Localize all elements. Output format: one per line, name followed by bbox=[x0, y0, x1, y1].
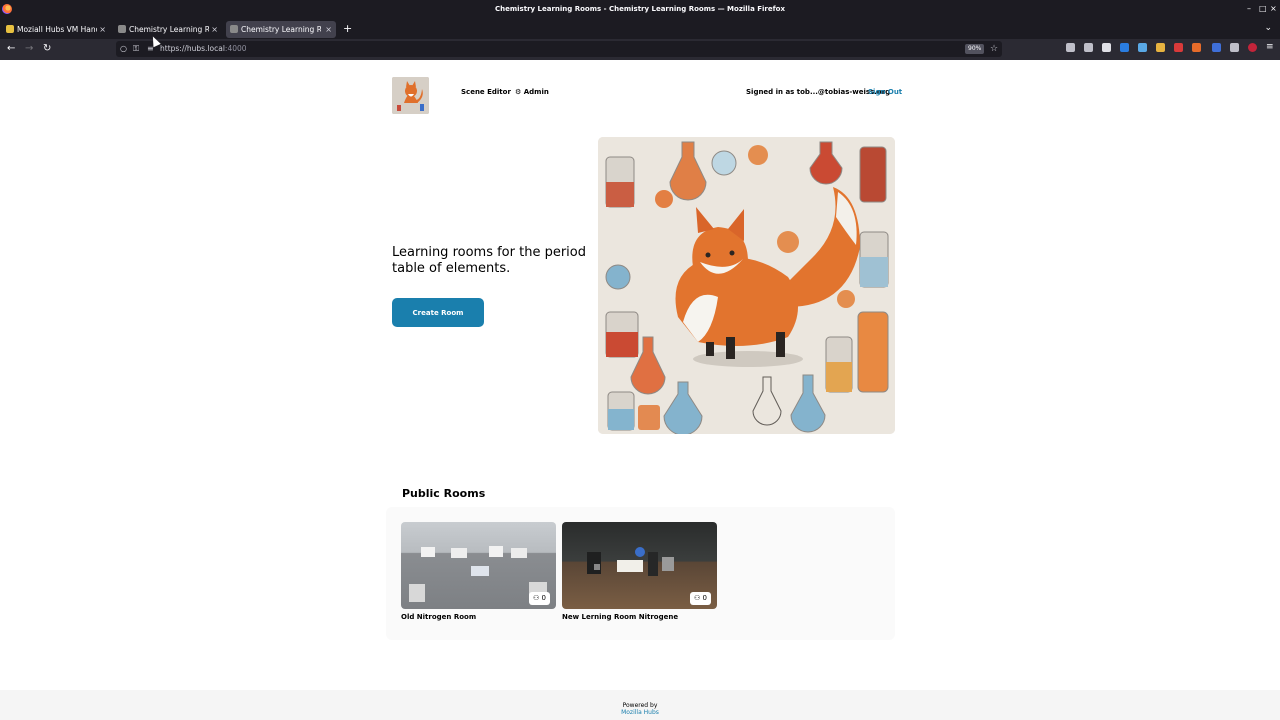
navigation-toolbar: ← → ↻ ○ ⚿ ≡ https://hubs.local:4000 90% … bbox=[0, 39, 1280, 60]
extensions-puzzle-icon[interactable] bbox=[1230, 43, 1239, 52]
tab-label: Chemistry Learning Roo bbox=[129, 25, 209, 34]
extension-globe-icon[interactable] bbox=[1138, 43, 1147, 52]
chemistry-favicon-icon bbox=[118, 25, 126, 33]
public-rooms-panel: ⚇ 0 Old Nitrogen Room ⚇ 0 New Lerning Ro… bbox=[386, 507, 895, 640]
close-tab-icon[interactable]: × bbox=[325, 21, 332, 38]
room-name[interactable]: Old Nitrogen Room bbox=[401, 613, 556, 621]
zoom-level-button[interactable]: 90% bbox=[965, 44, 985, 54]
url-host: https://hubs.local bbox=[160, 44, 225, 53]
menu-icon[interactable]: ≡ bbox=[1266, 43, 1275, 52]
list-all-tabs-icon[interactable]: ⌄ bbox=[1264, 23, 1272, 33]
reload-icon[interactable]: ↻ bbox=[43, 43, 51, 54]
close-window-icon[interactable]: × bbox=[1270, 4, 1277, 13]
footer: Powered by Mozilla Hubs bbox=[0, 690, 1280, 720]
extension-icon[interactable] bbox=[1102, 43, 1111, 52]
create-room-button[interactable]: Create Room bbox=[392, 298, 484, 327]
site-logo[interactable] bbox=[392, 77, 429, 114]
extension-bookmark-icon[interactable] bbox=[1212, 43, 1221, 52]
member-count-badge: ⚇ 0 bbox=[690, 592, 711, 605]
room-name[interactable]: New Lerning Room Nitrogene bbox=[562, 613, 717, 621]
admin-link-label: Admin bbox=[523, 88, 549, 96]
tab-label: Moziall Hubs VM Hand O bbox=[17, 25, 97, 34]
window-titlebar: Chemistry Learning Rooms - Chemistry Lea… bbox=[0, 0, 1280, 20]
pocket-icon[interactable] bbox=[1066, 43, 1075, 52]
room-thumbnail[interactable]: ⚇ 0 bbox=[562, 522, 717, 609]
page: Scene Editor ⚙ Admin Signed in as tob...… bbox=[0, 60, 1280, 720]
users-icon: ⚇ bbox=[694, 594, 701, 602]
extension-yellow-icon[interactable] bbox=[1156, 43, 1165, 52]
chemistry-favicon-icon bbox=[230, 25, 238, 33]
mozilla-hubs-link[interactable]: Mozilla Hubs bbox=[0, 709, 1280, 716]
member-count: 0 bbox=[541, 594, 546, 602]
bookmark-star-icon[interactable]: ☆ bbox=[990, 41, 998, 57]
close-tab-icon[interactable]: × bbox=[211, 21, 218, 38]
window-title: Chemistry Learning Rooms - Chemistry Lea… bbox=[495, 5, 785, 13]
admin-link[interactable]: ⚙ Admin bbox=[515, 88, 549, 96]
member-count-badge: ⚇ 0 bbox=[529, 592, 550, 605]
new-tab-icon[interactable]: + bbox=[343, 22, 352, 35]
downloads-icon[interactable] bbox=[1084, 43, 1093, 52]
tab-chemistry-1[interactable]: Chemistry Learning Roo × bbox=[114, 21, 222, 38]
fox-logo-icon bbox=[392, 77, 429, 114]
tab-label: Chemistry Learning Roo bbox=[241, 25, 321, 34]
close-tab-icon[interactable]: × bbox=[99, 21, 106, 38]
url-bar[interactable]: ○ ⚿ ≡ https://hubs.local:4000 90% ☆ bbox=[116, 41, 1002, 57]
room-thumbnail[interactable]: ⚇ 0 bbox=[401, 522, 556, 609]
account-icon[interactable] bbox=[1248, 43, 1257, 52]
hubs-favicon-icon bbox=[6, 25, 14, 33]
powered-by-text: Powered by bbox=[622, 702, 658, 709]
extension-blue-icon[interactable] bbox=[1120, 43, 1129, 52]
powered-by: Powered by Mozilla Hubs bbox=[0, 702, 1280, 716]
tab-chemistry-2[interactable]: Chemistry Learning Roo × bbox=[226, 21, 336, 38]
back-icon[interactable]: ← bbox=[7, 43, 15, 54]
room-card[interactable]: ⚇ 0 Old Nitrogen Room bbox=[401, 522, 556, 621]
maximize-icon[interactable]: □ bbox=[1259, 4, 1267, 13]
extension-orange-icon[interactable] bbox=[1192, 43, 1201, 52]
url-port: :4000 bbox=[224, 44, 247, 53]
extension-red-icon[interactable] bbox=[1174, 43, 1183, 52]
hero-heading: Learning rooms for the period table of e… bbox=[392, 245, 586, 276]
forward-icon[interactable]: → bbox=[25, 43, 33, 54]
public-rooms-title: Public Rooms bbox=[402, 487, 486, 500]
tab-strip: Moziall Hubs VM Hand O × Chemistry Learn… bbox=[0, 20, 1280, 39]
shield-icon[interactable]: ○ bbox=[120, 41, 127, 57]
chemistry-fox-illustration bbox=[598, 137, 895, 434]
sign-out-link[interactable]: Sign Out bbox=[868, 88, 902, 96]
lock-icon[interactable]: ⚿ bbox=[133, 41, 139, 57]
member-count: 0 bbox=[702, 594, 707, 602]
users-icon: ⚇ bbox=[533, 594, 540, 602]
minimize-icon[interactable]: – bbox=[1247, 4, 1251, 13]
tab-hubs-vm[interactable]: Moziall Hubs VM Hand O × bbox=[2, 21, 110, 38]
hero-image bbox=[598, 137, 895, 434]
gear-icon: ⚙ bbox=[515, 88, 522, 96]
room-card[interactable]: ⚇ 0 New Lerning Room Nitrogene bbox=[562, 522, 717, 621]
url-text[interactable]: https://hubs.local:4000 bbox=[160, 41, 247, 57]
scene-editor-link[interactable]: Scene Editor bbox=[461, 88, 511, 96]
